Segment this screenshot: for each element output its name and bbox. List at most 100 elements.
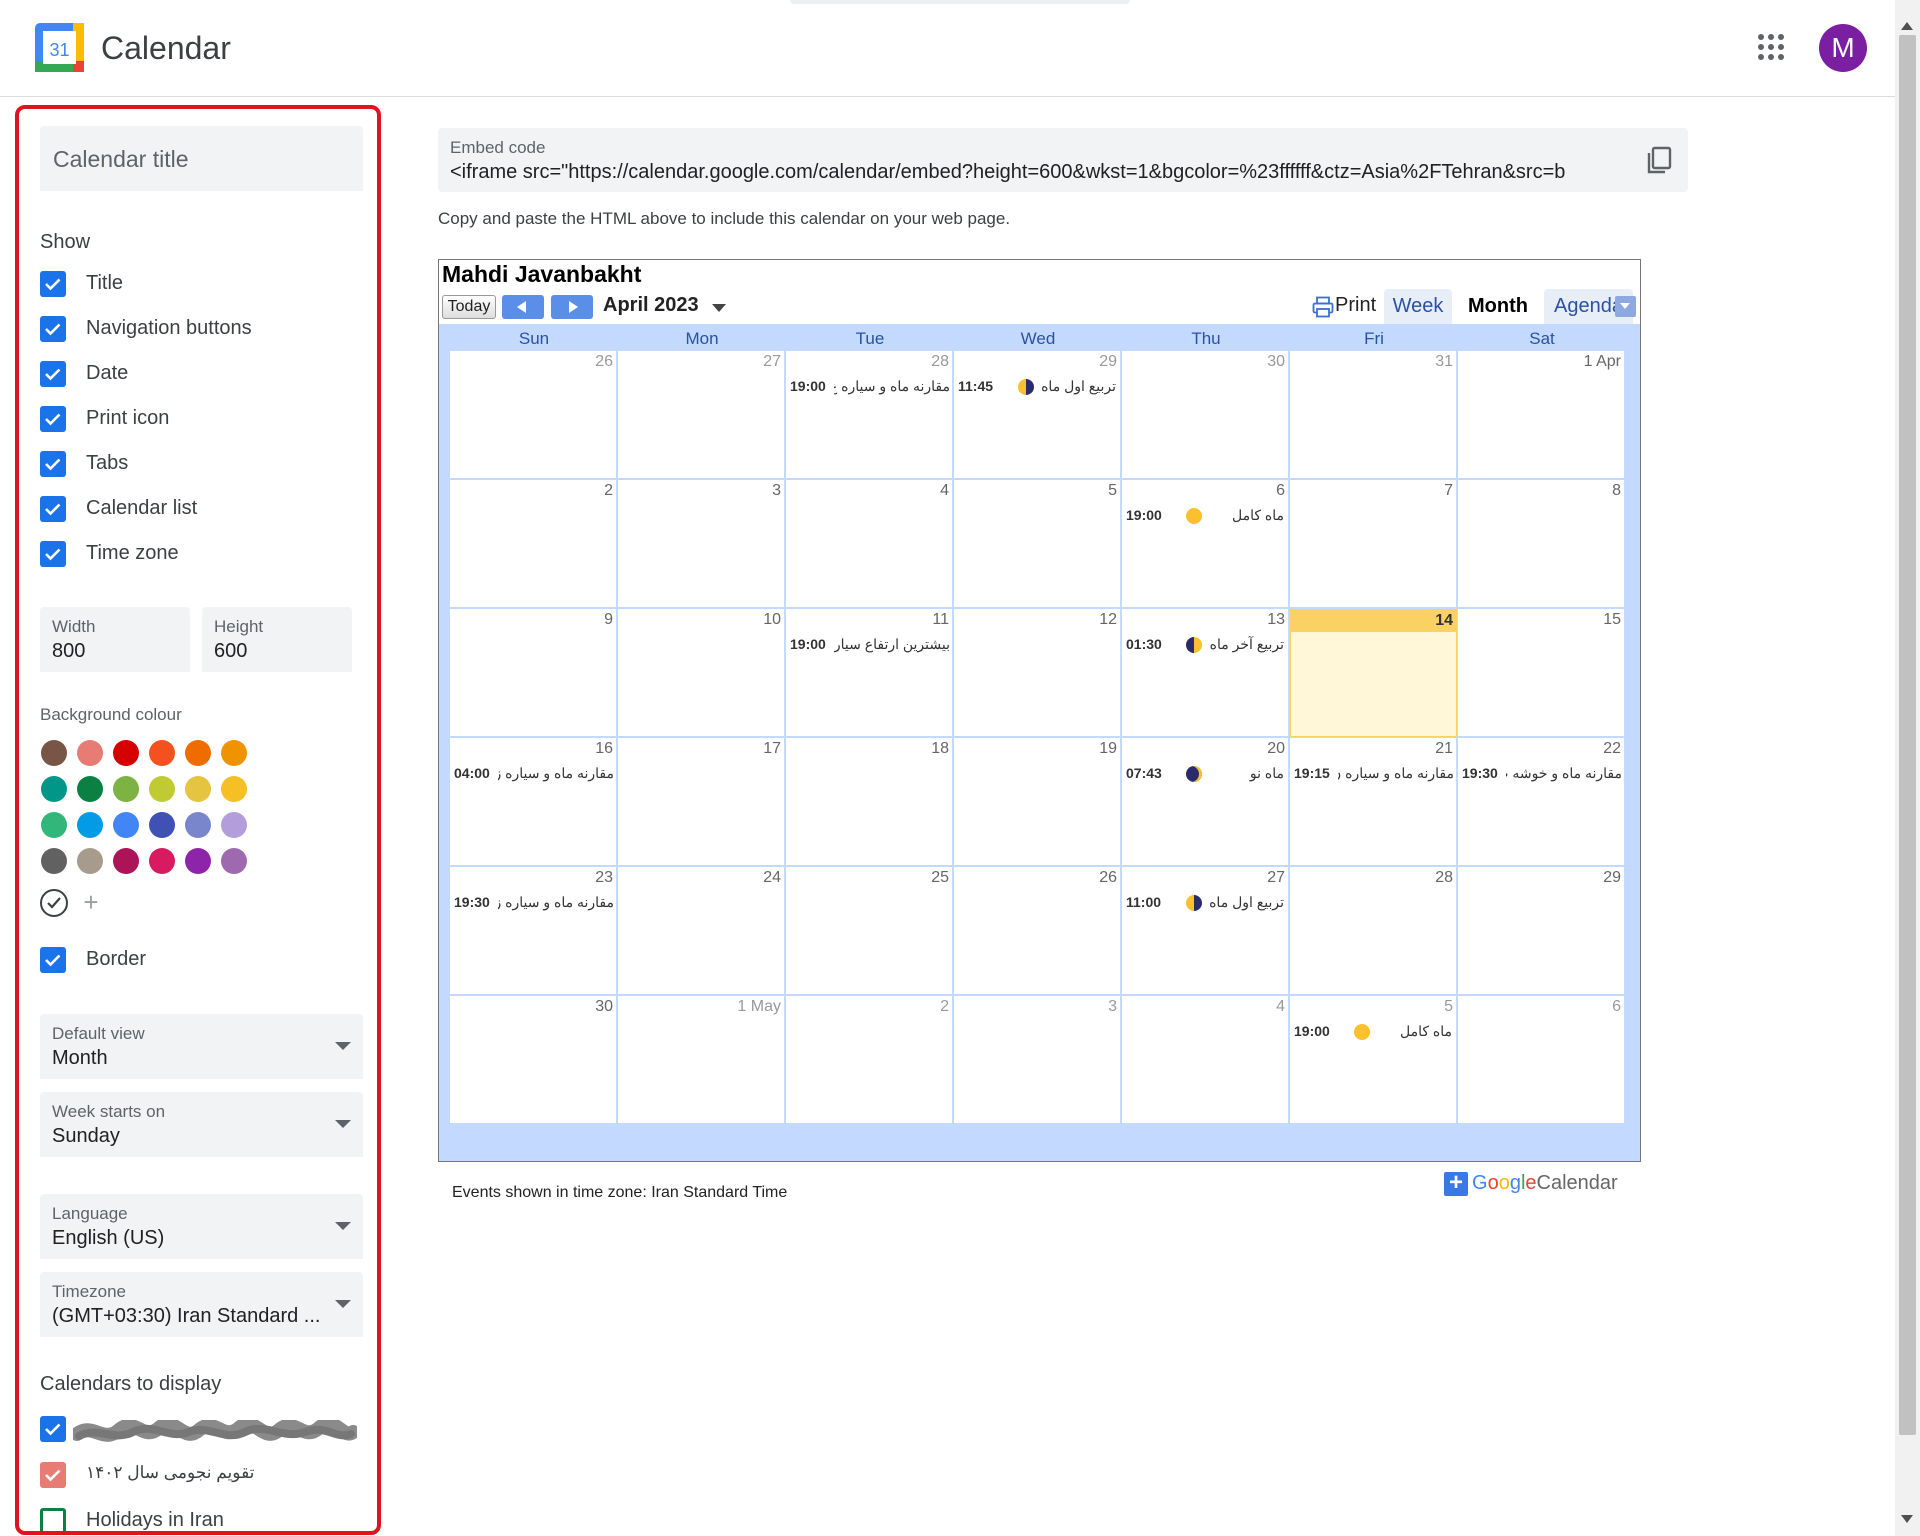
day-number[interactable]: 22: [1603, 740, 1621, 758]
scrollbar-thumb[interactable]: [1899, 35, 1916, 1435]
show-option-checkbox[interactable]: [40, 541, 66, 567]
day-cell[interactable]: 7: [1290, 480, 1457, 608]
day-cell[interactable]: 10: [618, 609, 785, 737]
scroll-up-arrow-icon[interactable]: [1901, 22, 1913, 30]
day-cell[interactable]: 17: [618, 738, 785, 866]
calendar-event[interactable]: 19:00 ماه کامل: [1294, 1022, 1454, 1042]
day-number[interactable]: 29: [1603, 869, 1621, 887]
day-number[interactable]: 15: [1603, 611, 1621, 629]
colour-swatch[interactable]: [185, 740, 211, 766]
today-button[interactable]: Today: [442, 295, 496, 319]
calendar-item-astronomical[interactable]: تقویم نجومی سال ۱۴۰۲: [40, 1460, 370, 1490]
day-number[interactable]: 20: [1267, 740, 1285, 758]
day-cell[interactable]: 13 01:30 تربیع آخر ماه: [1122, 609, 1289, 737]
account-avatar[interactable]: M: [1819, 24, 1867, 72]
day-number[interactable]: 2: [940, 998, 949, 1016]
border-checkbox[interactable]: [40, 947, 66, 973]
day-cell[interactable]: 24: [618, 867, 785, 995]
day-cell[interactable]: 31: [1290, 351, 1457, 479]
day-cell[interactable]: 16 04:00 مقارنه ماه و سیاره ز: [450, 738, 617, 866]
tab-week[interactable]: Week: [1384, 289, 1452, 324]
print-button[interactable]: Print: [1335, 294, 1376, 317]
calendar-title-input[interactable]: Calendar title: [40, 126, 363, 191]
show-option-title[interactable]: Title: [40, 269, 370, 299]
calendar-event[interactable]: 11:00 تربیع اول ماه: [1126, 893, 1286, 913]
day-number[interactable]: 9: [604, 611, 613, 629]
day-number[interactable]: 6: [1612, 998, 1621, 1016]
show-option-print-icon[interactable]: Print icon: [40, 404, 370, 434]
day-cell-today[interactable]: 14: [1290, 609, 1457, 737]
calendar-event[interactable]: 11:45 تربیع اول ماه: [958, 377, 1118, 397]
day-cell[interactable]: 26: [450, 351, 617, 479]
day-number[interactable]: 29: [1099, 353, 1117, 371]
day-number[interactable]: 8: [1612, 482, 1621, 500]
show-option-time-zone[interactable]: Time zone: [40, 539, 370, 569]
day-cell[interactable]: 9: [450, 609, 617, 737]
colour-swatch[interactable]: [149, 740, 175, 766]
day-cell[interactable]: 5 19:00 ماه کامل: [1290, 996, 1457, 1124]
day-cell[interactable]: 2: [450, 480, 617, 608]
copy-icon[interactable]: [1644, 145, 1674, 175]
calendar-event[interactable]: 19:30 مقارنه ماه و سیاره ز: [454, 893, 614, 913]
month-dropdown-caret-icon[interactable]: [712, 304, 726, 312]
day-cell[interactable]: 29: [1458, 867, 1625, 995]
add-custom-colour-icon[interactable]: +: [77, 889, 105, 917]
week-starts-select[interactable]: Week starts on Sunday: [40, 1092, 363, 1157]
day-cell[interactable]: 3: [954, 996, 1121, 1124]
day-cell[interactable]: 25: [786, 867, 953, 995]
previous-month-button[interactable]: [502, 295, 544, 319]
calendar-event[interactable]: 19:00 ماه کامل: [1126, 506, 1286, 526]
print-icon[interactable]: [1312, 296, 1334, 318]
embed-code-field[interactable]: Embed code <iframe src="https://calendar…: [438, 128, 1688, 192]
calendar-event[interactable]: 19:30 مقارنه ماه و خوشه پ: [1462, 764, 1622, 784]
show-option-checkbox[interactable]: [40, 361, 66, 387]
day-number[interactable]: 27: [763, 353, 781, 371]
colour-swatch[interactable]: [77, 812, 103, 838]
colour-swatch[interactable]: [185, 848, 211, 874]
day-number[interactable]: 3: [772, 482, 781, 500]
day-cell[interactable]: 11 19:00 بیشترین ارتفاع سیاره: [786, 609, 953, 737]
default-view-select[interactable]: Default view Month: [40, 1014, 363, 1079]
day-cell[interactable]: 23 19:30 مقارنه ماه و سیاره ز: [450, 867, 617, 995]
colour-swatch[interactable]: [185, 776, 211, 802]
day-number[interactable]: 28: [1435, 869, 1453, 887]
day-number[interactable]: 21: [1435, 740, 1453, 758]
day-cell[interactable]: 26: [954, 867, 1121, 995]
google-apps-icon[interactable]: [1758, 34, 1784, 60]
colour-swatch[interactable]: [149, 812, 175, 838]
day-number[interactable]: 25: [931, 869, 949, 887]
day-number[interactable]: 6: [1276, 482, 1285, 500]
day-cell[interactable]: 12: [954, 609, 1121, 737]
colour-swatch[interactable]: [113, 812, 139, 838]
day-number[interactable]: 30: [1267, 353, 1285, 371]
colour-swatch[interactable]: [113, 776, 139, 802]
day-cell[interactable]: 4: [1122, 996, 1289, 1124]
calendar-event[interactable]: 01:30 تربیع آخر ماه: [1126, 635, 1286, 655]
day-number[interactable]: 24: [763, 869, 781, 887]
colour-swatch[interactable]: [149, 776, 175, 802]
day-cell[interactable]: 2: [786, 996, 953, 1124]
colour-swatch[interactable]: [149, 848, 175, 874]
show-option-checkbox[interactable]: [40, 406, 66, 432]
colour-swatch[interactable]: [41, 848, 67, 874]
colour-swatch[interactable]: [77, 776, 103, 802]
day-number[interactable]: 30: [595, 998, 613, 1016]
width-field[interactable]: Width 800: [40, 607, 190, 672]
day-cell[interactable]: 21 19:15 مقارنه ماه و سیاره ن: [1290, 738, 1457, 866]
day-number[interactable]: 18: [931, 740, 949, 758]
day-cell[interactable]: 19: [954, 738, 1121, 866]
day-cell[interactable]: 20 07:43 ماه نو: [1122, 738, 1289, 866]
colour-swatch[interactable]: [221, 812, 247, 838]
day-number[interactable]: 10: [763, 611, 781, 629]
day-number[interactable]: 19: [1099, 740, 1117, 758]
day-number[interactable]: 4: [940, 482, 949, 500]
day-cell[interactable]: 4: [786, 480, 953, 608]
calendar-item-holidays[interactable]: Holidays in Iran: [40, 1506, 370, 1531]
day-cell[interactable]: 8: [1458, 480, 1625, 608]
show-option-navigation-buttons[interactable]: Navigation buttons: [40, 314, 370, 344]
height-field[interactable]: Height 600: [202, 607, 352, 672]
day-number[interactable]: 16: [595, 740, 613, 758]
colour-swatch[interactable]: [113, 848, 139, 874]
day-number[interactable]: 3: [1108, 998, 1117, 1016]
current-month-label[interactable]: April 2023: [603, 294, 699, 317]
